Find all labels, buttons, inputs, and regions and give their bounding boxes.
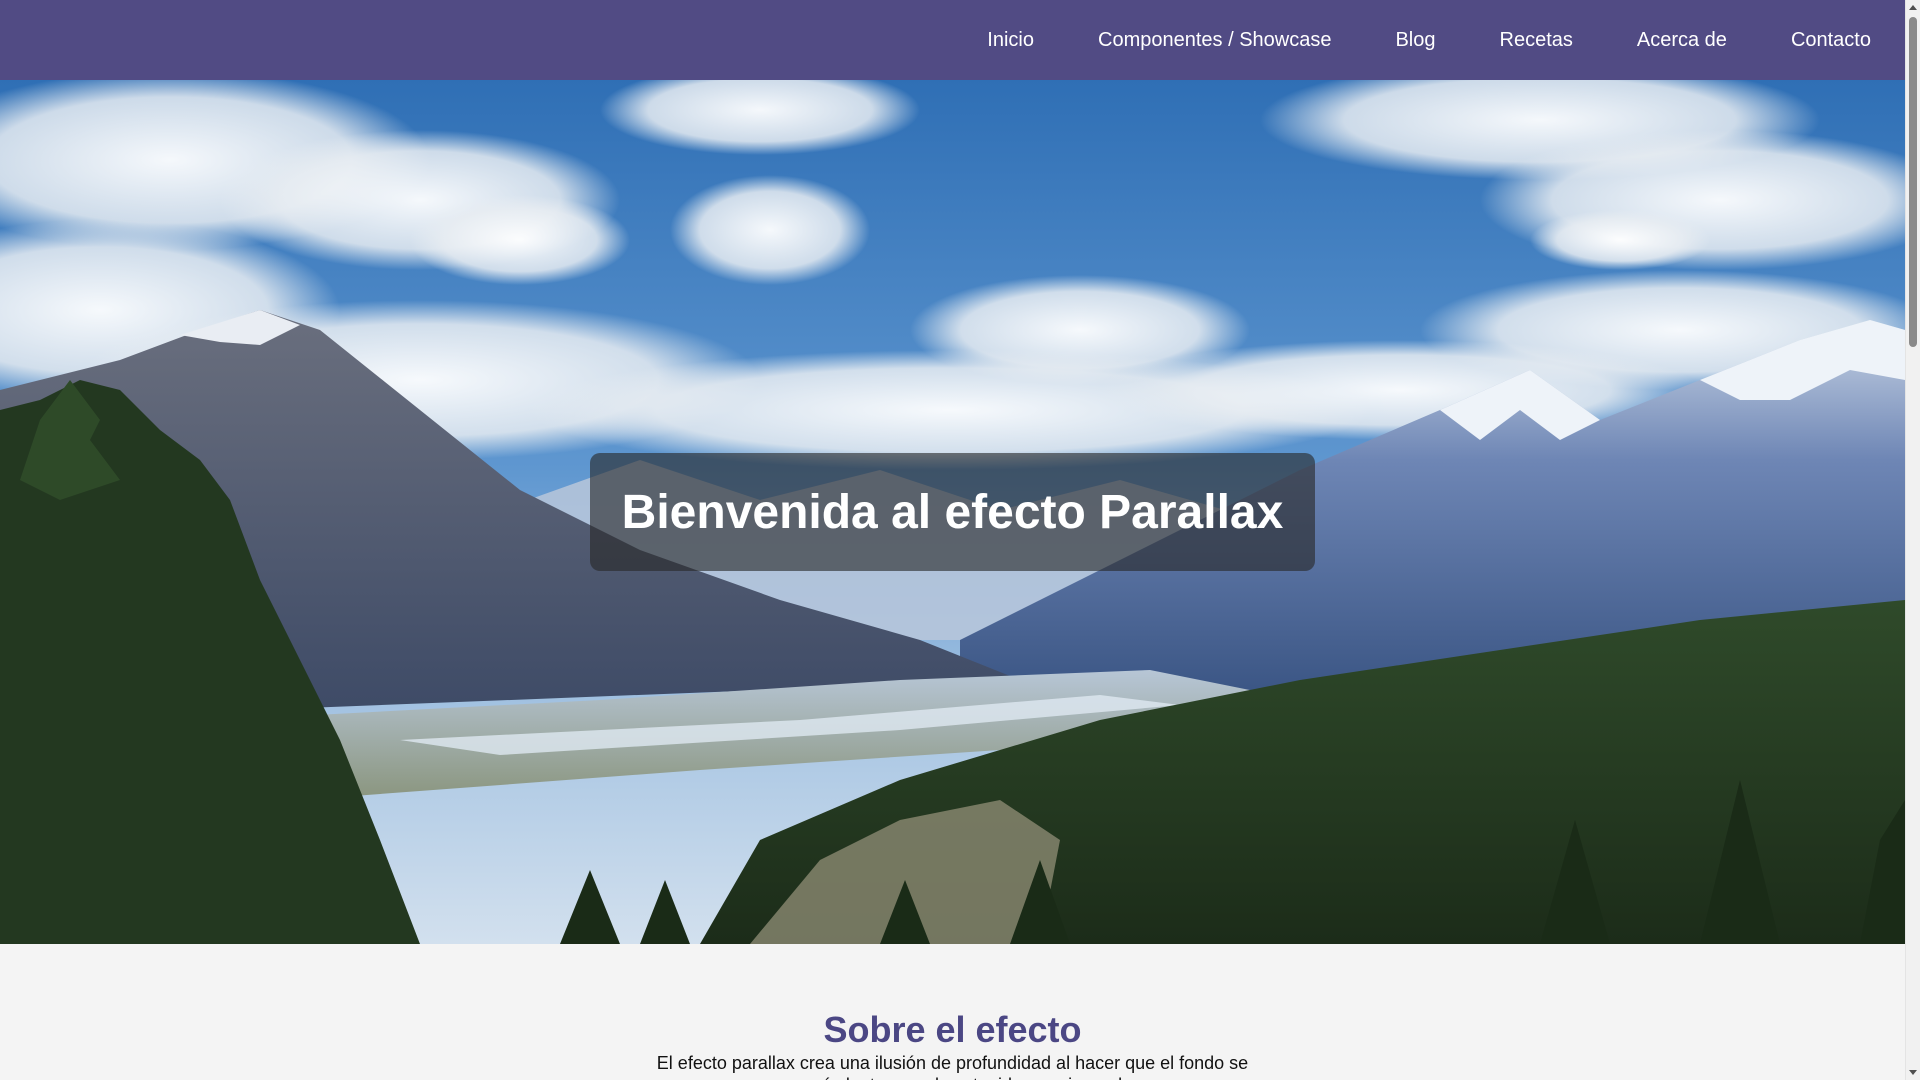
- hero-title-box: Bienvenida al efecto Parallax: [590, 453, 1315, 571]
- about-section: Sobre el efecto El efecto parallax crea …: [0, 944, 1905, 1080]
- nav-link-componentes-showcase[interactable]: Componentes / Showcase: [1098, 29, 1331, 52]
- nav-link-inicio[interactable]: Inicio: [987, 29, 1034, 52]
- nav-link-recetas[interactable]: Recetas: [1500, 29, 1573, 52]
- about-title: Sobre el efecto: [823, 1009, 1082, 1050]
- hero-title: Bienvenida al efecto Parallax: [621, 485, 1284, 539]
- scroll-down-arrow-icon[interactable]: [1909, 1070, 1917, 1075]
- scrollbar-thumb[interactable]: [1909, 17, 1917, 347]
- page: Inicio Componentes / Showcase Blog Recet…: [0, 0, 1920, 1080]
- scroll-up-arrow-icon[interactable]: [1909, 5, 1917, 10]
- hero-section: Bienvenida al efecto Parallax: [0, 80, 1905, 944]
- vertical-scrollbar[interactable]: [1905, 0, 1920, 1080]
- nav-link-acerca-de[interactable]: Acerca de: [1637, 29, 1727, 52]
- about-text: El efecto parallax crea una ilusión de p…: [656, 1053, 1249, 1080]
- top-navbar: Inicio Componentes / Showcase Blog Recet…: [0, 0, 1905, 80]
- nav-link-blog[interactable]: Blog: [1395, 29, 1435, 52]
- nav-link-contacto[interactable]: Contacto: [1791, 29, 1871, 52]
